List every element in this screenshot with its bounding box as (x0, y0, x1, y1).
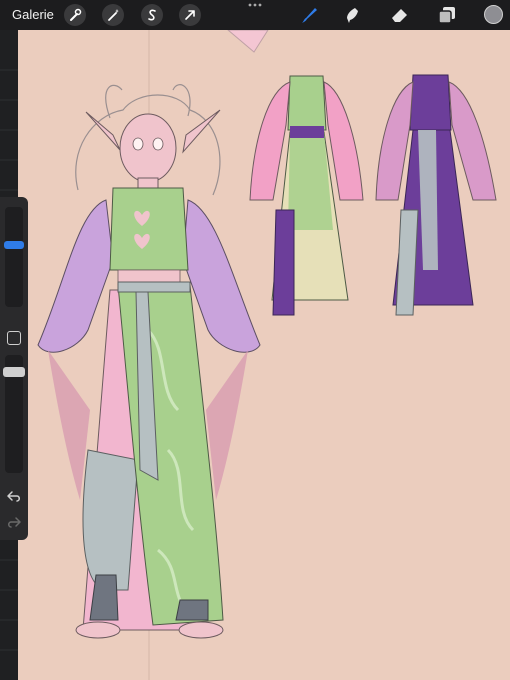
smudge-icon[interactable] (342, 4, 364, 26)
drawing-canvas[interactable] (18, 30, 510, 680)
top-toolbar: Galerie (0, 0, 510, 30)
ellipsis-icon[interactable] (247, 0, 263, 10)
arrow-cursor-icon[interactable] (179, 4, 201, 26)
left-sidebar-panel (0, 197, 28, 540)
redo-icon[interactable] (6, 515, 22, 529)
wrench-icon[interactable] (64, 4, 86, 26)
brush-size-slider[interactable] (5, 207, 23, 307)
layers-icon[interactable] (436, 4, 458, 26)
eraser-icon[interactable] (389, 4, 411, 26)
color-circle-icon[interactable] (484, 5, 503, 24)
brush-icon[interactable] (298, 4, 320, 26)
opacity-thumb[interactable] (3, 367, 25, 377)
gallery-button[interactable]: Galerie (12, 7, 54, 22)
magic-wand-icon[interactable] (102, 4, 124, 26)
brush-size-thumb[interactable] (4, 241, 24, 249)
square-modify-icon[interactable] (7, 331, 21, 345)
procreate-app: Galerie (0, 0, 510, 680)
selection-s-icon[interactable] (141, 4, 163, 26)
undo-icon[interactable] (6, 489, 22, 503)
